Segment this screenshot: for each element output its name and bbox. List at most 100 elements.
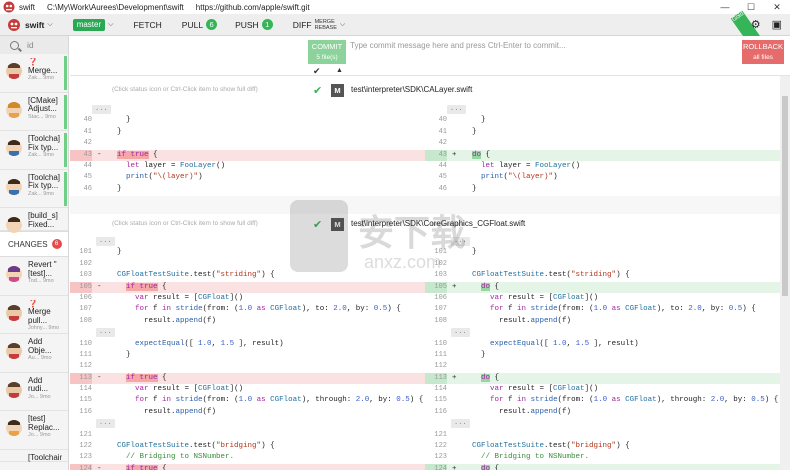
- diff-line: 106 var result = [CGFloat](): [434, 293, 599, 302]
- diff-line: 107 for f in stride(from: (1.0 as CGFloa…: [79, 305, 401, 314]
- chevron-down-icon: ⌵: [339, 20, 346, 28]
- commit-button[interactable]: COMMIT 5 file(s): [308, 40, 346, 64]
- search-box[interactable]: id: [0, 36, 68, 54]
- diff-line: 42: [83, 139, 92, 148]
- commit-list-item[interactable]: Add Obje... Au... 9mo: [0, 334, 68, 373]
- changes-tab[interactable]: CHANGES 6: [0, 231, 68, 257]
- search-icon: [10, 40, 19, 50]
- scrollbar-thumb[interactable]: [782, 96, 788, 296]
- diff-line: 115 for f in stride(from: (1.0 as CGFloa…: [434, 396, 779, 405]
- check-all-icon[interactable]: ✔: [313, 66, 321, 77]
- commit-title: Add Obje...: [28, 338, 52, 355]
- push-label: PUSH: [235, 19, 259, 30]
- avatar: [6, 266, 22, 282]
- push-button[interactable]: PUSH 1: [235, 19, 273, 30]
- commit-message-input[interactable]: Type commit message here and press Ctrl-…: [350, 40, 566, 52]
- commit-list-item[interactable]: Add rudi... Jo... 9mo: [0, 373, 68, 411]
- branch-selector[interactable]: master ⌵: [72, 18, 113, 31]
- avatar: [6, 420, 22, 436]
- diff-pane-new: ... 40 } 41 } 42 43 + do { 44 let layer =…: [425, 104, 780, 195]
- avatar: [6, 140, 22, 156]
- commit-list-item[interactable]: ❓ Merge... Zak... 9mo: [0, 54, 68, 93]
- commit-marker: [64, 171, 67, 206]
- diff-fold[interactable]: ...: [425, 327, 780, 338]
- commit-list-item[interactable]: ❓ Merge pull... Johny... 9mo: [0, 296, 68, 334]
- branch-name: master: [72, 18, 106, 31]
- diff-rebase-label: REBASE: [314, 24, 337, 31]
- fetch-label: FETCH: [133, 19, 162, 30]
- avatar: [6, 304, 22, 321]
- diff-fold[interactable]: ...: [70, 327, 425, 338]
- vertical-scrollbar[interactable]: [780, 76, 790, 470]
- commit-title: [Toolcha] Fix typ...: [28, 135, 61, 152]
- rollback-button[interactable]: ROLLBACK all files: [742, 40, 784, 64]
- avatar: [6, 63, 22, 79]
- diff-mode-selector[interactable]: DIFF MERGE REBASE ⌵: [293, 19, 346, 31]
- push-count-badge: 1: [261, 19, 273, 30]
- commit-title: [Toolcha] Fix typ...: [28, 173, 61, 190]
- diff-line-added: 43 + do {: [425, 149, 780, 161]
- diff-fold[interactable]: ...: [425, 418, 780, 429]
- commit-list-item[interactable]: [test] Replac... Jo... 9mo: [0, 411, 68, 450]
- diff-line: 44 let layer = FooLayer(): [438, 161, 581, 170]
- diff-line: 112: [79, 362, 92, 371]
- commit-list-item[interactable]: [build_s] Fixed...: [0, 208, 68, 233]
- gear-icon[interactable]: ⚙: [751, 18, 761, 31]
- commit-bar: COMMIT 5 file(s) Type commit message her…: [70, 36, 790, 76]
- window-app-name: swift: [19, 2, 35, 12]
- minimize-button[interactable]: —: [712, 0, 738, 14]
- diff-mode-options: MERGE REBASE: [315, 19, 337, 31]
- commit-label: COMMIT: [311, 42, 343, 51]
- commit-title: Add rudi...: [28, 376, 49, 393]
- diff-hint: (Click status icon or Ctrl-Click item to…: [112, 220, 258, 227]
- diff-line: 121: [79, 430, 92, 439]
- changes-label: CHANGES: [8, 239, 48, 249]
- diff-line: 40 }: [438, 116, 486, 125]
- collapse-arrow-icon[interactable]: ▲: [336, 67, 343, 74]
- toolbar: swift ⌵ master ⌵ FETCH PULL 6 PUSH 1 DIF…: [0, 10, 790, 52]
- diff-line: 122 CGFloatTestSuite.test("bridging") {: [434, 442, 630, 451]
- diff-line: 123 // Bridging to NSNumber.: [79, 453, 235, 462]
- fetch-button[interactable]: FETCH: [133, 20, 161, 30]
- commit-list-item[interactable]: [CMake] Adjust... Stac... 9mo: [0, 93, 68, 131]
- commit-marker: [64, 94, 67, 129]
- diff-merge-label: MERGE: [314, 18, 335, 25]
- diff-line: 107 for f in stride(from: (1.0 as CGFloa…: [434, 305, 756, 314]
- diff-line: 46 }: [83, 184, 122, 193]
- commit-meta: Zak... 9mo: [28, 152, 54, 158]
- diff-line-removed: 113- if true {: [70, 372, 425, 385]
- diff-line: 40 }: [83, 116, 131, 125]
- diff-line: 121: [434, 430, 447, 439]
- window-titlebar: swift C:\My\Work\Aurees\Development\swif…: [0, 0, 790, 14]
- changes-count-badge: 6: [51, 239, 62, 249]
- chat-icon[interactable]: ▣: [772, 18, 782, 31]
- file-header[interactable]: (Click status icon or Ctrl-Click item to…: [70, 80, 780, 102]
- file-path: test\interpreter\SDK\CALayer.swift: [351, 85, 473, 94]
- commit-list-item[interactable]: [Toolchain...: [0, 450, 68, 462]
- diff-line: 41 }: [83, 127, 122, 136]
- commit-marker: [64, 133, 67, 167]
- diff-line: 116 result.append(f): [79, 407, 217, 416]
- commit-meta: Tod... 9mo: [28, 278, 54, 284]
- diff-fold[interactable]: ...: [425, 104, 780, 115]
- commit-list-item[interactable]: [Toolcha] Fix typ... Zak... 9mo: [0, 131, 68, 170]
- diff-fold[interactable]: ...: [70, 104, 425, 115]
- staged-check-icon[interactable]: ✔: [313, 84, 322, 97]
- diff-line: 108 result.append(f): [79, 316, 217, 325]
- repo-selector[interactable]: swift ⌵: [7, 18, 53, 32]
- diff-line: 115 for f in stride(from: (1.0 as CGFloa…: [79, 396, 424, 405]
- close-button[interactable]: ✕: [764, 0, 790, 14]
- avatar: [6, 178, 22, 195]
- diff-line: 111 }: [434, 350, 486, 359]
- repo-avatar-icon: [8, 18, 20, 31]
- commit-list-item[interactable]: Revert " [test]... Tod... 9mo: [0, 257, 68, 296]
- diff-line: 46 }: [438, 184, 477, 193]
- window-repo-url: https://github.com/apple/swift.git: [195, 2, 310, 12]
- diff-line: 116 result.append(f): [434, 407, 572, 416]
- commit-list-item[interactable]: [Toolcha] Fix typ... Zak... 9mo: [0, 170, 68, 208]
- chevron-down-icon: ⌵: [47, 20, 53, 28]
- diff-fold[interactable]: ...: [70, 418, 425, 429]
- pull-button[interactable]: PULL 6: [182, 19, 218, 30]
- file-status-badge[interactable]: M: [331, 84, 344, 97]
- rollback-sub: all files: [753, 54, 773, 61]
